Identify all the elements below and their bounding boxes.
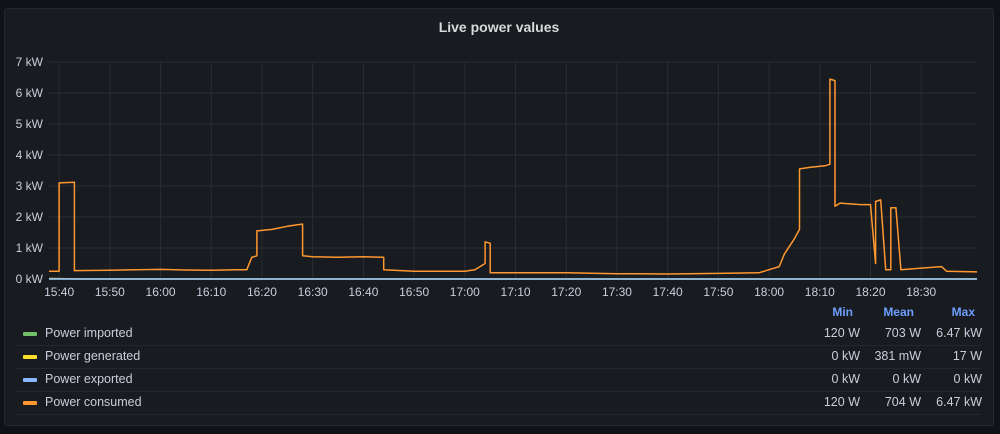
legend-swatch <box>23 355 37 359</box>
legend-swatch <box>23 332 37 336</box>
legend-row-power-imported[interactable]: Power imported 120 W 703 W 6.47 kW <box>15 322 982 346</box>
y-tick-label: 0 kW <box>16 272 44 286</box>
legend-row-power-generated[interactable]: Power generated 0 kW 381 mW 17 W <box>15 345 982 369</box>
legend-row-power-consumed[interactable]: Power consumed 120 W 704 W 6.47 kW <box>15 391 982 415</box>
legend-min-value: 120 W <box>823 395 860 409</box>
x-tick-label: 18:30 <box>906 285 936 299</box>
y-tick-label: 3 kW <box>16 179 44 193</box>
legend-swatch <box>23 401 37 405</box>
legend-max-value: 6.47 kW <box>936 326 982 340</box>
x-tick-label: 16:20 <box>247 285 277 299</box>
x-tick-label: 17:30 <box>602 285 632 299</box>
legend-mean-value: 0 kW <box>892 372 921 386</box>
legend-max-value: 17 W <box>952 349 982 363</box>
x-tick-label: 15:50 <box>95 285 125 299</box>
legend-header-mean[interactable]: Mean <box>854 305 914 319</box>
legend-swatch <box>23 378 37 382</box>
legend-row-power-exported[interactable]: Power exported 0 kW 0 kW 0 kW <box>15 368 982 392</box>
x-tick-label: 17:10 <box>501 285 531 299</box>
legend-max-value: 6.47 kW <box>936 395 982 409</box>
line-chart: 0 kW 1 kW 2 kW 3 kW 4 kW 5 kW 6 kW 7 kW 15:40 15:… <box>16 55 978 299</box>
x-tick-label: 16:00 <box>146 285 176 299</box>
legend-mean-value: 703 W <box>884 326 921 340</box>
legend-header-min[interactable]: Min <box>793 305 853 319</box>
y-tick-label: 6 kW <box>16 86 44 100</box>
y-tick-label: 5 kW <box>16 117 44 131</box>
y-tick-label: 2 kW <box>16 210 44 224</box>
legend-series-name[interactable]: Power generated <box>45 349 140 363</box>
x-tick-label: 16:30 <box>298 285 328 299</box>
x-tick-label: 18:20 <box>855 285 885 299</box>
legend-min-value: 0 kW <box>831 349 860 363</box>
y-tick-label: 7 kW <box>16 55 44 69</box>
legend-min-value: 0 kW <box>831 372 860 386</box>
chart-panel: Live power values 0 kW 1 kW 2 kW 3 kW 4 kW 5 … <box>4 8 994 426</box>
x-tick-label: 18:00 <box>754 285 784 299</box>
legend-series-name[interactable]: Power imported <box>45 326 133 340</box>
x-tick-label: 15:40 <box>44 285 74 299</box>
legend-max-value: 0 kW <box>953 372 982 386</box>
x-tick-label: 17:40 <box>653 285 683 299</box>
legend-mean-value: 381 mW <box>874 349 921 363</box>
y-tick-label: 4 kW <box>16 148 44 162</box>
legend-series-name[interactable]: Power consumed <box>45 395 142 409</box>
x-tick-label: 16:40 <box>348 285 378 299</box>
legend-header-max[interactable]: Max <box>915 305 975 319</box>
x-tick-label: 16:10 <box>196 285 226 299</box>
series-line-power-consumed <box>49 78 978 275</box>
x-tick-label: 16:50 <box>399 285 429 299</box>
x-tick-label: 17:00 <box>450 285 480 299</box>
x-tick-label: 17:50 <box>703 285 733 299</box>
y-tick-label: 1 kW <box>16 241 44 255</box>
legend-mean-value: 704 W <box>884 395 921 409</box>
legend-min-value: 120 W <box>823 326 860 340</box>
legend-series-name[interactable]: Power exported <box>45 372 133 386</box>
x-tick-label: 18:10 <box>805 285 835 299</box>
x-tick-label: 17:20 <box>551 285 581 299</box>
